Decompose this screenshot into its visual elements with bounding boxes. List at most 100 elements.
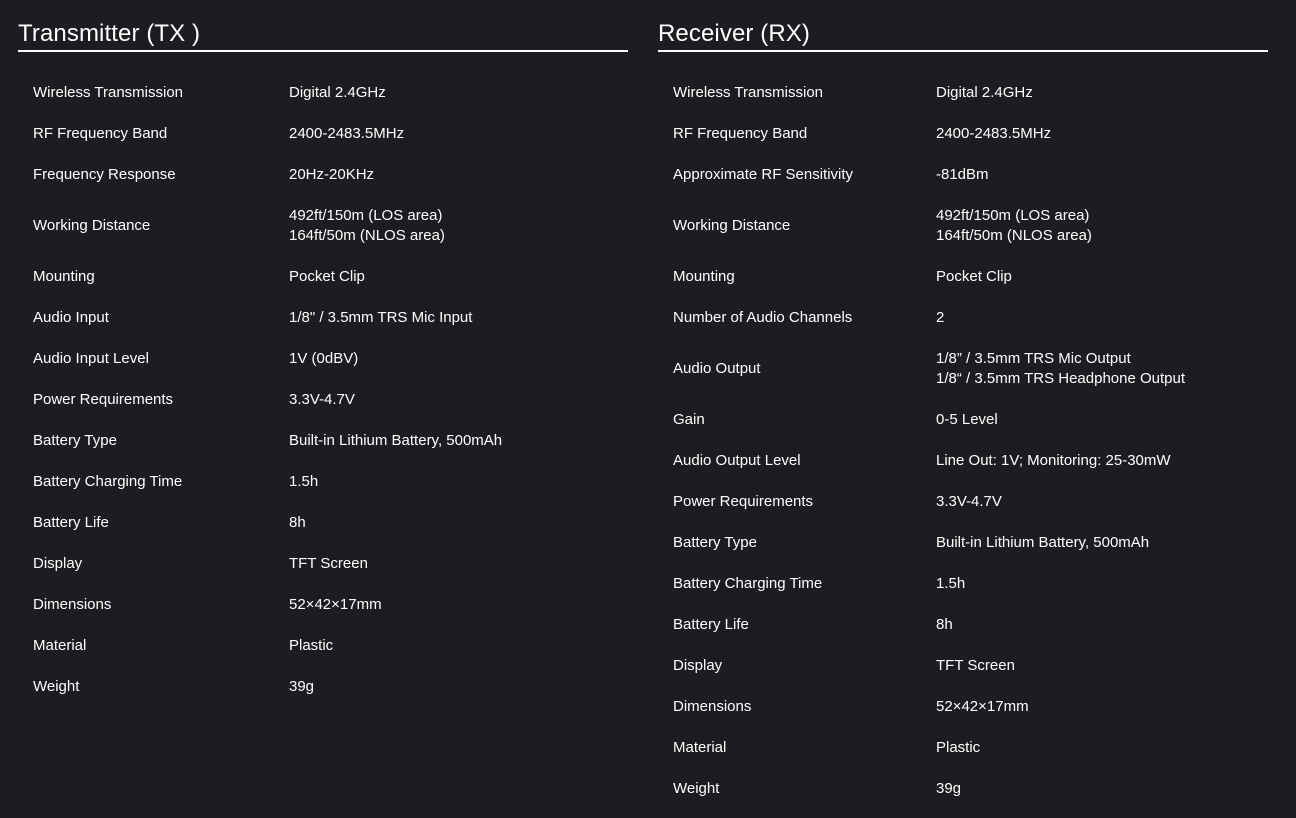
spec-row: RF Frequency Band 2400-2483.5MHz bbox=[18, 113, 628, 154]
spec-label: RF Frequency Band bbox=[33, 124, 168, 142]
spec-value-line: 1/8“ / 3.5mm TRS Headphone Output bbox=[936, 369, 1186, 387]
spec-row: Power Requirements 3.3V-4.7V bbox=[658, 481, 1268, 522]
spec-row: Material Plastic bbox=[658, 727, 1268, 768]
transmitter-divider bbox=[18, 50, 628, 52]
spec-label: Mounting bbox=[33, 267, 95, 285]
spec-label: Gain bbox=[673, 410, 705, 428]
spec-row: Battery Type Built-in Lithium Battery, 50… bbox=[658, 522, 1268, 563]
spec-value: 8h bbox=[289, 513, 628, 533]
spec-value: 2400-2483.5MHz bbox=[289, 124, 628, 144]
spec-label: Battery Charging Time bbox=[673, 574, 823, 592]
spec-value-line: 52×42×17mm bbox=[936, 697, 1029, 715]
spec-value: Built-in Lithium Battery, 500mAh bbox=[936, 533, 1268, 553]
spec-value: Plastic bbox=[289, 636, 628, 656]
spec-value: Pocket Clip bbox=[936, 267, 1268, 287]
spec-value: Pocket Clip bbox=[289, 267, 628, 287]
spec-value: TFT Screen bbox=[936, 656, 1268, 676]
spec-value: 20Hz-20KHz bbox=[289, 165, 628, 185]
spec-value: 52×42×17mm bbox=[289, 595, 628, 615]
spec-value-line: Plastic bbox=[936, 738, 981, 756]
spec-label: Working Distance bbox=[673, 216, 791, 234]
spec-row: RF Frequency Band 2400-2483.5MHz bbox=[658, 113, 1268, 154]
transmitter-panel: Transmitter (TX ) Wireless Transmission D… bbox=[18, 18, 628, 707]
spec-row: Power Requirements 3.3V-4.7V bbox=[18, 379, 628, 420]
spec-row: Working Distance 492ft/150m (LOS area) 164… bbox=[18, 195, 628, 256]
spec-row: Battery Life 8h bbox=[658, 604, 1268, 645]
spec-label: Frequency Response bbox=[33, 165, 176, 183]
spec-value: 2 bbox=[936, 308, 1268, 328]
spec-value-line: 1/8" / 3.5mm TRS Mic Input bbox=[289, 308, 473, 326]
spec-label: Mounting bbox=[673, 267, 735, 285]
spec-value-line: 1V (0dBV) bbox=[289, 349, 359, 367]
spec-row: Number of Audio Channels 2 bbox=[658, 297, 1268, 338]
spec-value-line: 0-5 Level bbox=[936, 410, 998, 428]
spec-label: Material bbox=[673, 738, 727, 756]
spec-label: Battery Life bbox=[673, 615, 749, 633]
spec-value-line: Digital 2.4GHz bbox=[936, 83, 1033, 101]
spec-label: RF Frequency Band bbox=[673, 124, 808, 142]
spec-value: 39g bbox=[936, 779, 1268, 799]
spec-label: Material bbox=[33, 636, 87, 654]
spec-row: Frequency Response 20Hz-20KHz bbox=[18, 154, 628, 195]
spec-value-line: 1.5h bbox=[289, 472, 319, 490]
receiver-divider bbox=[658, 50, 1268, 52]
spec-value-line: -81dBm bbox=[936, 165, 989, 183]
spec-value-line: Plastic bbox=[289, 636, 334, 654]
spec-label: Dimensions bbox=[33, 595, 112, 613]
spec-row: Audio Input 1/8" / 3.5mm TRS Mic Input bbox=[18, 297, 628, 338]
spec-value-line: 1/8” / 3.5mm TRS Mic Output bbox=[936, 349, 1131, 367]
spec-row: Approximate RF Sensitivity -81dBm bbox=[658, 154, 1268, 195]
spec-value-line: 52×42×17mm bbox=[289, 595, 382, 613]
spec-label: Weight bbox=[33, 677, 80, 695]
spec-label: Audio Output bbox=[673, 359, 761, 377]
spec-label: Power Requirements bbox=[33, 390, 174, 408]
spec-value-line: 2400-2483.5MHz bbox=[289, 124, 405, 142]
spec-row: Battery Life 8h bbox=[18, 502, 628, 543]
spec-row: Material Plastic bbox=[18, 625, 628, 666]
spec-value-line: TFT Screen bbox=[289, 554, 368, 572]
spec-value-line: 39g bbox=[289, 677, 315, 695]
spec-value-line: Pocket Clip bbox=[936, 267, 1012, 285]
spec-value-line: 164ft/50m (NLOS area) bbox=[936, 226, 1092, 244]
spec-label: Battery Type bbox=[33, 431, 117, 449]
spec-row: Audio Output 1/8” / 3.5mm TRS Mic Output 1… bbox=[658, 338, 1268, 399]
spec-value: 1.5h bbox=[936, 574, 1268, 594]
spec-value: 1/8” / 3.5mm TRS Mic Output 1/8“ / 3.5mm … bbox=[936, 349, 1268, 389]
spec-row: Display TFT Screen bbox=[658, 645, 1268, 686]
spec-label: Battery Life bbox=[33, 513, 109, 531]
spec-label: Battery Charging Time bbox=[33, 472, 183, 490]
spec-label: Audio Input Level bbox=[33, 349, 149, 367]
spec-value-line: 2400-2483.5MHz bbox=[936, 124, 1052, 142]
spec-row: Gain 0-5 Level bbox=[658, 399, 1268, 440]
spec-value: 0-5 Level bbox=[936, 410, 1268, 430]
spec-row: Battery Charging Time 1.5h bbox=[658, 563, 1268, 604]
spec-label: Display bbox=[673, 656, 723, 674]
spec-label: Audio Input bbox=[33, 308, 109, 326]
spec-value: 3.3V-4.7V bbox=[936, 492, 1268, 512]
spec-row: Weight 39g bbox=[658, 768, 1268, 809]
spec-label: Number of Audio Channels bbox=[673, 308, 853, 326]
spec-row: Battery Charging Time 1.5h bbox=[18, 461, 628, 502]
spec-value: Digital 2.4GHz bbox=[936, 83, 1268, 103]
transmitter-spec-table: Wireless Transmission Digital 2.4GHz RF Fr… bbox=[18, 72, 628, 707]
spec-row: Dimensions 52×42×17mm bbox=[18, 584, 628, 625]
spec-value-line: 2 bbox=[936, 308, 945, 326]
spec-value: 1/8" / 3.5mm TRS Mic Input bbox=[289, 308, 628, 328]
spec-value-line: Line Out: 1V; Monitoring: 25-30mW bbox=[936, 451, 1171, 469]
spec-value: 492ft/150m (LOS area) 164ft/50m (NLOS are… bbox=[289, 206, 628, 246]
spec-label: Weight bbox=[673, 779, 720, 797]
spec-value: TFT Screen bbox=[289, 554, 628, 574]
spec-row: Audio Output Level Line Out: 1V; Monitori… bbox=[658, 440, 1268, 481]
spec-value-line: 3.3V-4.7V bbox=[936, 492, 1002, 510]
spec-value-line: TFT Screen bbox=[936, 656, 1015, 674]
spec-value: -81dBm bbox=[936, 165, 1268, 185]
spec-value: 39g bbox=[289, 677, 628, 697]
receiver-spec-table: Wireless Transmission Digital 2.4GHz RF Fr… bbox=[658, 72, 1268, 809]
spec-label: Wireless Transmission bbox=[673, 83, 824, 101]
receiver-panel: Receiver (RX) Wireless Transmission Digit… bbox=[658, 18, 1268, 809]
spec-value: 3.3V-4.7V bbox=[289, 390, 628, 410]
spec-row: Dimensions 52×42×17mm bbox=[658, 686, 1268, 727]
spec-value-line: 492ft/150m (LOS area) bbox=[936, 206, 1090, 224]
spec-row: Mounting Pocket Clip bbox=[18, 256, 628, 297]
spec-value-line: 164ft/50m (NLOS area) bbox=[289, 226, 445, 244]
